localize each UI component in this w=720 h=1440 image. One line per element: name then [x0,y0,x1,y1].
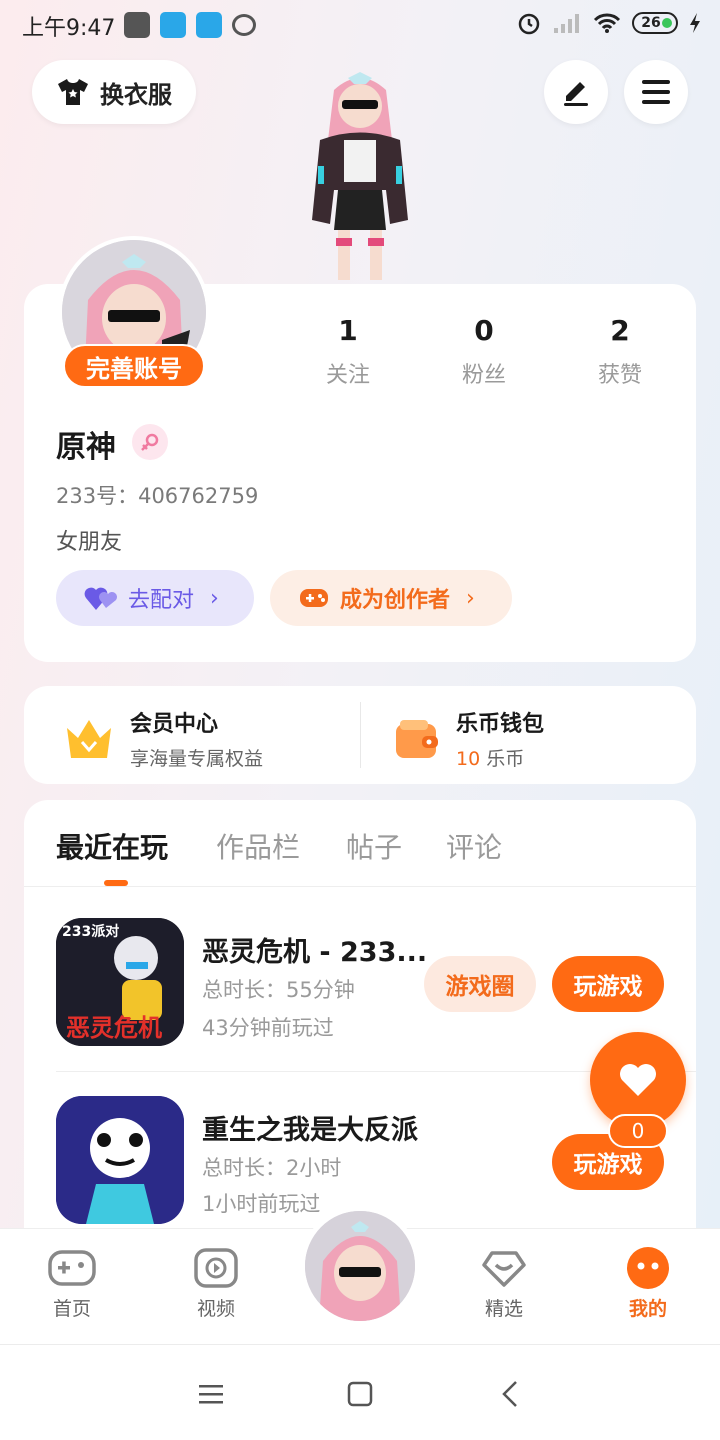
nav-home[interactable]: 首页 [24,1246,120,1321]
tab-posts[interactable]: 帖子 [346,826,402,866]
member-center-title: 会员中心 [130,712,219,737]
nav-mine[interactable]: 我的 [600,1246,696,1321]
member-center-subtitle: 享海量专属权益 [130,748,264,770]
avatar-image [305,1211,415,1321]
game-icon-badge: 233派对 [62,923,119,940]
like-count-badge: 0 [608,1114,668,1148]
home-icon[interactable] [347,1381,373,1407]
menu-button[interactable] [624,60,688,124]
status-time: 上午9:47 [22,16,116,41]
game-title[interactable]: 恶灵危机 - 233... [202,930,427,969]
game-last-played: 43分钟前玩过 [202,1016,334,1040]
tab-comments[interactable]: 评论 [446,826,502,866]
app-notification-icon [160,12,186,38]
profile-name: 原神 [56,430,116,465]
game-duration: 总时长：2小时 [202,1156,342,1180]
center-avatar-button[interactable] [300,1206,420,1326]
charging-icon [690,13,700,33]
wallet-icon [396,719,438,758]
chevron-right-icon: › [210,585,219,611]
nav-home-label: 首页 [52,1298,91,1320]
game-last-played: 1小时前玩过 [202,1192,321,1216]
divider [24,886,696,887]
back-icon[interactable] [500,1379,520,1409]
menu-icon [642,80,670,104]
stat-following[interactable]: 1 关注 [288,314,408,389]
profile-bio: 女朋友 [56,530,123,555]
stat-likes-value: 2 [610,314,630,347]
heart-icon [620,1064,656,1096]
mi-icon [124,12,150,38]
alarm-icon [518,13,540,35]
become-creator-button[interactable]: 成为创作者 › [270,570,512,626]
system-nav-bar [0,1344,720,1440]
wallet-entry[interactable]: 乐币钱包 10 乐币 [392,706,544,771]
stat-following-value: 1 [338,314,358,347]
nav-featured[interactable]: 精选 [456,1246,552,1321]
divider [360,702,361,768]
stat-fans[interactable]: 0 粉丝 [424,314,544,389]
status-bar: 上午9:47 26 [0,0,720,50]
avatar-character[interactable] [290,70,430,285]
double-heart-icon [84,587,117,610]
play-game-button[interactable]: 玩游戏 [552,956,664,1012]
wallet-unit: 乐币 [486,748,525,770]
wifi-icon [593,13,621,33]
edit-profile-button[interactable] [544,60,608,124]
wallet-title: 乐币钱包 [456,712,545,737]
complete-account-button[interactable]: 完善账号 [63,344,205,388]
member-center-entry[interactable]: 会员中心 享海量专属权益 [62,706,263,771]
video-play-icon [194,1248,238,1288]
wallet-amount: 10 [456,748,481,770]
game-circle-button[interactable]: 游戏圈 [424,956,536,1012]
game-icon-evil-crisis[interactable]: 233派对 恶灵危机 [56,918,184,1046]
nav-video-label: 视频 [196,1298,235,1320]
game-icon-villain[interactable] [56,1096,184,1224]
tab-recent[interactable]: 最近在玩 [56,826,168,866]
status-right-group: 26 [516,10,702,36]
user-id: 233号：406762759 [56,484,259,508]
app-notification-icon-2 [196,12,222,38]
music-icon [232,14,256,36]
game-title[interactable]: 重生之我是大反派 [202,1108,418,1147]
pair-button[interactable]: 去配对 › [56,570,254,626]
game-duration: 总时长：55分钟 [202,978,355,1002]
tshirt-icon [58,79,88,105]
nav-featured-label: 精选 [484,1298,523,1320]
game-icon-text: 恶灵危机 [66,1014,162,1042]
battery-icon: 26 [632,12,678,34]
gamepad-icon [300,589,328,607]
smiley-face-icon [627,1247,669,1289]
crown-icon [67,719,111,758]
pen-icon [564,82,588,106]
recent-apps-icon[interactable] [198,1383,224,1405]
heart-diamond-icon [482,1251,526,1287]
female-icon [132,424,168,460]
chevron-right-icon: › [466,585,475,611]
gamepad-icon [48,1250,96,1286]
change-outfit-button[interactable]: 换衣服 [32,60,196,124]
stat-likes-label: 获赞 [597,363,642,388]
nav-video[interactable]: 视频 [168,1246,264,1321]
tab-works[interactable]: 作品栏 [216,826,300,866]
stat-fans-label: 粉丝 [461,363,506,388]
stat-following-label: 关注 [325,363,370,388]
stat-likes[interactable]: 2 获赞 [560,314,680,389]
stat-fans-value: 0 [474,314,494,347]
signal-icon [554,14,579,33]
nav-mine-label: 我的 [628,1298,667,1320]
